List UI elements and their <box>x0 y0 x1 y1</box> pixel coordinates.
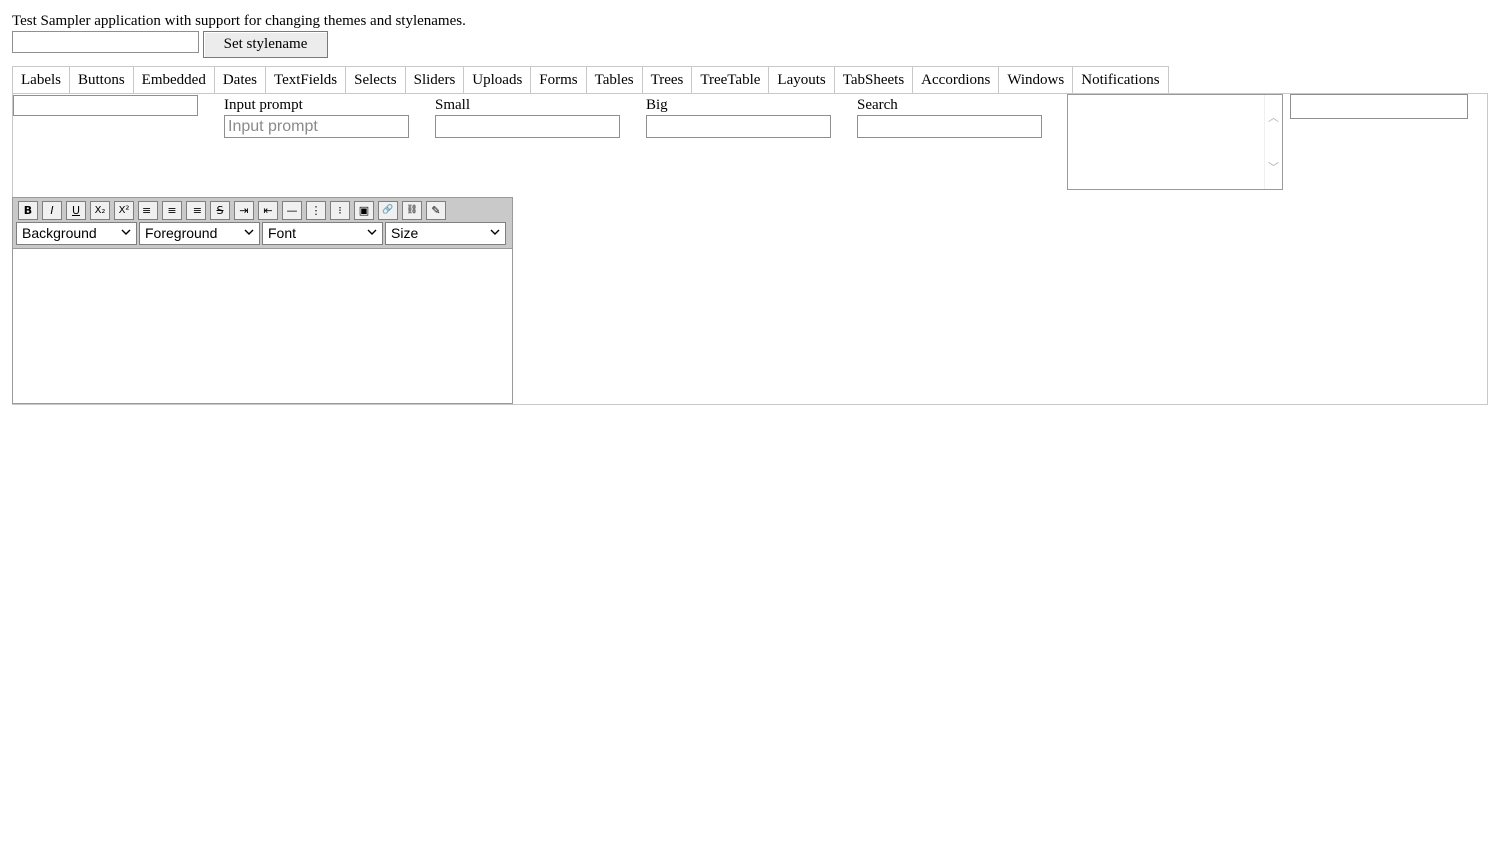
right-textfield[interactable] <box>1290 94 1468 119</box>
tab-uploads[interactable]: Uploads <box>464 67 532 94</box>
background-select[interactable]: Background <box>16 222 137 245</box>
indent-icon[interactable]: ⇥ <box>234 201 254 220</box>
tab-treetable[interactable]: TreeTable <box>692 67 770 94</box>
big-caption: Big <box>646 97 668 113</box>
bold-icon[interactable]: B <box>18 201 38 220</box>
rich-text-content-area[interactable] <box>13 249 512 403</box>
underline-icon[interactable]: U <box>66 201 86 220</box>
tab-selects[interactable]: Selects <box>346 67 406 94</box>
textarea-scrollbar[interactable]: ︿ ﹀ <box>1264 95 1282 189</box>
chevron-down-icon <box>490 229 500 235</box>
search-caption: Search <box>857 97 898 113</box>
small-caption: Small <box>435 97 471 113</box>
ordered-list-icon[interactable]: ⋮ <box>306 201 326 220</box>
rich-text-editor: B I U X₂ X² ≡ ≡ ≡ S ⇥ ⇤ — ⋮ ⁝ ▣ 🔗 ⛓ ✎ Ba… <box>12 197 513 404</box>
chevron-down-icon <box>244 229 254 235</box>
background-select-label: Background <box>22 225 97 241</box>
chevron-down-icon <box>367 229 377 235</box>
tab-buttons[interactable]: Buttons <box>69 67 134 94</box>
font-select[interactable]: Font <box>262 222 383 245</box>
tab-tabsheets[interactable]: TabSheets <box>834 67 914 94</box>
chevron-down-icon <box>121 229 131 235</box>
tab-bar: Labels Buttons Embedded Dates TextFields… <box>12 66 1169 95</box>
tab-textfields[interactable]: TextFields <box>265 67 347 94</box>
input-prompt-field[interactable] <box>224 115 409 138</box>
tab-accordions[interactable]: Accordions <box>913 67 1000 94</box>
tab-forms[interactable]: Forms <box>531 67 587 94</box>
search-textfield[interactable] <box>857 115 1042 138</box>
input-prompt-caption: Input prompt <box>224 97 303 113</box>
align-left-icon[interactable]: ≡ <box>138 201 158 220</box>
strikethrough-icon[interactable]: S <box>210 201 230 220</box>
tab-windows[interactable]: Windows <box>999 67 1074 94</box>
scroll-down-icon[interactable]: ﹀ <box>1268 159 1279 175</box>
tab-labels[interactable]: Labels <box>12 67 70 94</box>
subscript-icon[interactable]: X₂ <box>90 201 110 220</box>
align-right-icon[interactable]: ≡ <box>186 201 206 220</box>
app-description: Test Sampler application with support fo… <box>12 13 466 29</box>
superscript-icon[interactable]: X² <box>114 201 134 220</box>
tab-dates[interactable]: Dates <box>214 67 266 94</box>
text-area[interactable]: ︿ ﹀ <box>1067 94 1283 190</box>
horizontal-rule-icon[interactable]: — <box>282 201 302 220</box>
remove-link-icon[interactable]: ⛓ <box>402 201 422 220</box>
stylename-input[interactable] <box>12 31 199 53</box>
remove-format-icon[interactable]: ✎ <box>426 201 446 220</box>
set-stylename-button[interactable]: Set stylename <box>203 31 328 58</box>
plain-textfield[interactable] <box>13 95 198 116</box>
size-select-label: Size <box>391 225 419 241</box>
tab-sliders[interactable]: Sliders <box>405 67 465 94</box>
size-select[interactable]: Size <box>385 222 506 245</box>
small-textfield[interactable] <box>435 115 620 138</box>
align-center-icon[interactable]: ≡ <box>162 201 182 220</box>
big-textfield[interactable] <box>646 115 831 138</box>
scroll-up-icon[interactable]: ︿ <box>1268 109 1279 125</box>
tab-layouts[interactable]: Layouts <box>769 67 835 94</box>
tab-tables[interactable]: Tables <box>586 67 643 94</box>
rich-text-toolbar: B I U X₂ X² ≡ ≡ ≡ S ⇥ ⇤ — ⋮ ⁝ ▣ 🔗 ⛓ ✎ Ba… <box>13 198 512 249</box>
tab-notifications[interactable]: Notifications <box>1073 67 1169 94</box>
create-link-icon[interactable]: 🔗 <box>378 201 398 220</box>
insert-image-icon[interactable]: ▣ <box>354 201 374 220</box>
tab-trees[interactable]: Trees <box>642 67 693 94</box>
font-select-label: Font <box>268 225 297 241</box>
outdent-icon[interactable]: ⇤ <box>258 201 278 220</box>
unordered-list-icon[interactable]: ⁝ <box>330 201 350 220</box>
foreground-select[interactable]: Foreground <box>139 222 260 245</box>
foreground-select-label: Foreground <box>145 225 218 241</box>
tab-embedded[interactable]: Embedded <box>133 67 215 94</box>
italic-icon[interactable]: I <box>42 201 62 220</box>
